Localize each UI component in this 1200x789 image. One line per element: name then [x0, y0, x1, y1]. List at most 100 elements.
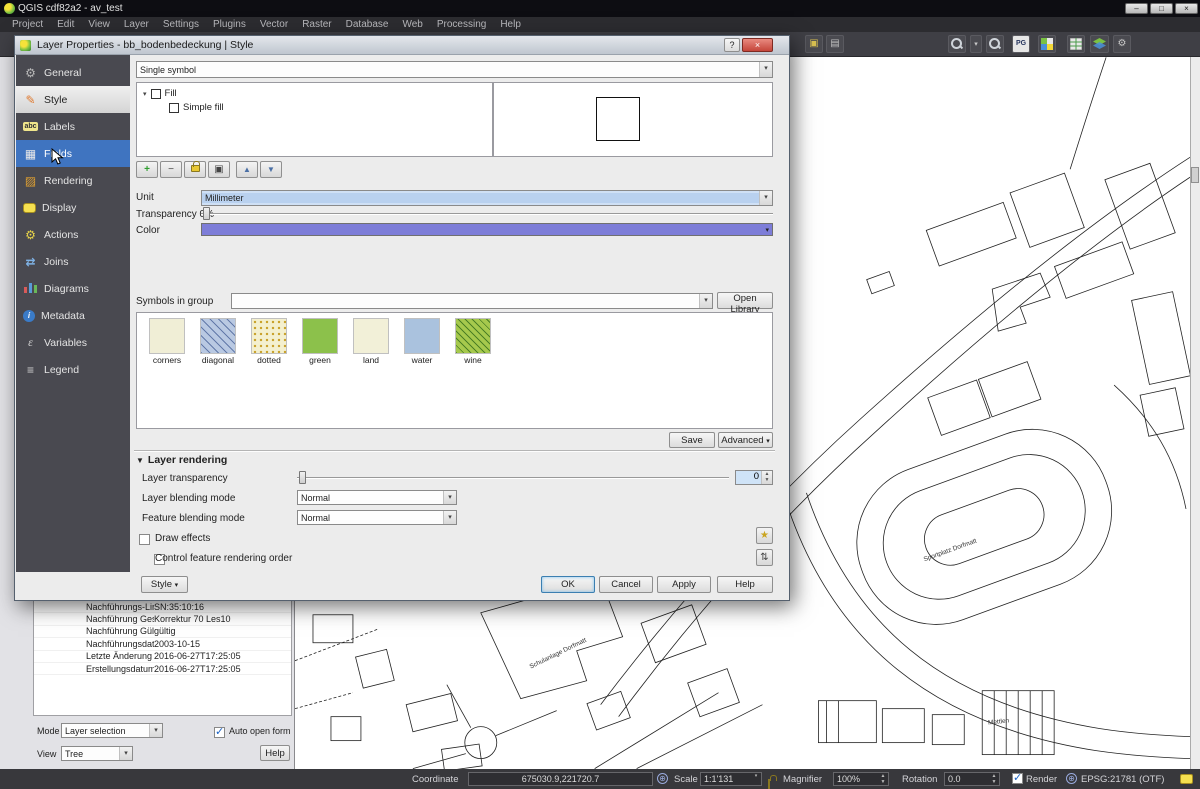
menu-project[interactable]: Project: [6, 18, 49, 31]
menu-layer[interactable]: Layer: [118, 18, 155, 31]
move-layer-up-button[interactable]: ▲: [236, 161, 258, 178]
tab-variables[interactable]: εVariables: [16, 329, 130, 356]
table-row[interactable]: Erstellungsdatum2016-06-27T17:25:05: [34, 663, 291, 675]
symbol-preset-wine[interactable]: wine: [451, 318, 495, 365]
expander-icon[interactable]: ▾: [143, 90, 147, 98]
spinner-arrows-icon[interactable]: ▲▼: [878, 773, 888, 785]
tab-legend[interactable]: ≡Legend: [16, 356, 130, 383]
rotation-spinner[interactable]: 0.0▲▼: [944, 772, 1000, 786]
dialog-close-button[interactable]: ×: [742, 38, 773, 52]
ok-button[interactable]: OK: [541, 576, 595, 593]
layer-blending-select[interactable]: Normal▾: [297, 490, 457, 505]
table-row[interactable]: Nachführung GeschäftKorrektur 70 Les10: [34, 613, 291, 625]
symbol-preset-diagonal[interactable]: diagonal: [196, 318, 240, 365]
rendering-order-button[interactable]: ⇅: [756, 549, 773, 566]
scale-select[interactable]: 1:1'131▾: [700, 772, 762, 786]
symbol-layer-tree[interactable]: ▾ Fill Simple fill: [136, 82, 493, 157]
zoom-last-icon[interactable]: [948, 35, 966, 53]
slider-thumb[interactable]: [299, 471, 306, 484]
attribute-table-icon[interactable]: [1067, 35, 1085, 53]
mode-select[interactable]: Layer selection▾: [61, 723, 163, 738]
menu-database[interactable]: Database: [340, 18, 395, 31]
maximize-button[interactable]: □: [1150, 3, 1173, 14]
color-button[interactable]: ▾: [201, 223, 773, 236]
draw-effects-checkbox[interactable]: [139, 534, 150, 545]
tab-fields[interactable]: ▦Fields: [16, 140, 130, 167]
minimize-button[interactable]: –: [1125, 3, 1148, 14]
menu-raster[interactable]: Raster: [296, 18, 337, 31]
zoom-dropdown-caret[interactable]: ▾: [970, 35, 982, 53]
symbol-preset-land[interactable]: land: [349, 318, 393, 365]
open-library-button[interactable]: Open Library: [717, 292, 773, 309]
menu-vector[interactable]: Vector: [254, 18, 294, 31]
feature-blending-select[interactable]: Normal▾: [297, 510, 457, 525]
symbol-preset-corners[interactable]: corners: [145, 318, 189, 365]
menu-processing[interactable]: Processing: [431, 18, 492, 31]
settings-icon[interactable]: ⚙: [1113, 35, 1131, 53]
menu-help[interactable]: Help: [494, 18, 527, 31]
table-row[interactable]: Nachführungsdatum2003-10-15: [34, 638, 291, 650]
tree-item-simple-fill[interactable]: Simple fill: [169, 102, 224, 113]
tab-metadata[interactable]: iMetadata: [16, 302, 130, 329]
tab-rendering[interactable]: ▨Rendering: [16, 167, 130, 194]
checker-icon[interactable]: [1038, 35, 1056, 53]
remove-symbol-layer-button[interactable]: −: [160, 161, 182, 178]
table-row[interactable]: Nachführungs-LinkSN:35:10:16: [34, 601, 291, 613]
menu-web[interactable]: Web: [396, 18, 428, 31]
tab-actions[interactable]: ⚙Actions: [16, 221, 130, 248]
symbol-preset-green[interactable]: green: [298, 318, 342, 365]
menu-edit[interactable]: Edit: [51, 18, 80, 31]
effects-options-button[interactable]: ★: [756, 527, 773, 544]
toolbar-extra-icon-2[interactable]: ▤: [826, 35, 844, 53]
postgis-icon[interactable]: PG: [1012, 35, 1030, 53]
close-button[interactable]: ×: [1175, 3, 1198, 14]
magnifier-spinner[interactable]: 100%▲▼: [833, 772, 889, 786]
toolbar-extra-icon-1[interactable]: ▣: [805, 35, 823, 53]
menu-view[interactable]: View: [82, 18, 116, 31]
symbol-preset-water[interactable]: water: [400, 318, 444, 365]
lock-symbol-layer-button[interactable]: [184, 161, 206, 178]
tab-diagrams[interactable]: Diagrams: [16, 275, 130, 302]
auto-open-form-checkbox[interactable]: [214, 727, 225, 738]
crs-status-button[interactable]: EPSG:21781 (OTF): [1081, 774, 1164, 785]
render-checkbox[interactable]: [1012, 773, 1023, 784]
save-symbol-button[interactable]: Save: [669, 432, 715, 448]
menu-settings[interactable]: Settings: [157, 18, 205, 31]
tab-joins[interactable]: ⇄Joins: [16, 248, 130, 275]
cancel-button[interactable]: Cancel: [599, 576, 653, 593]
tree-item-fill[interactable]: ▾ Fill: [143, 88, 177, 99]
spinner-arrows-icon[interactable]: ▲▼: [761, 471, 772, 484]
table-row[interactable]: Letzte Änderung2016-06-27T17:25:05: [34, 651, 291, 663]
extent-icon[interactable]: ⊕: [657, 773, 668, 784]
dock-toggle-button[interactable]: [1191, 167, 1199, 183]
tab-display[interactable]: Display: [16, 194, 130, 221]
identify-help-button[interactable]: Help: [260, 745, 290, 761]
tab-general[interactable]: ⚙General: [16, 59, 130, 86]
style-menu-button[interactable]: Style ▾: [141, 576, 188, 593]
advanced-button[interactable]: Advanced ▾: [718, 432, 773, 448]
message-log-icon[interactable]: [1180, 774, 1193, 784]
zoom-icon[interactable]: [986, 35, 1004, 53]
dialog-titlebar[interactable]: Layer Properties - bb_bodenbedeckung | S…: [15, 36, 789, 55]
symbols-group-select[interactable]: ▾: [231, 293, 713, 309]
tab-labels[interactable]: abcLabels: [16, 113, 130, 140]
menu-plugins[interactable]: Plugins: [207, 18, 252, 31]
duplicate-symbol-layer-button[interactable]: ▣: [208, 161, 230, 178]
unit-select[interactable]: Millimeter▾: [201, 190, 773, 206]
view-select[interactable]: Tree▾: [61, 746, 133, 761]
coordinate-input[interactable]: [468, 772, 653, 786]
transparency-slider[interactable]: [201, 207, 773, 220]
dialog-help-button[interactable]: ?: [724, 38, 740, 52]
slider-thumb[interactable]: [203, 207, 210, 220]
symbol-preset-dotted[interactable]: dotted: [247, 318, 291, 365]
add-symbol-layer-button[interactable]: +: [136, 161, 158, 178]
help-button[interactable]: Help: [717, 576, 773, 593]
layers-icon[interactable]: [1090, 35, 1109, 53]
symbol-type-select[interactable]: Single symbol▾: [136, 61, 773, 78]
layer-rendering-header[interactable]: ▼Layer rendering: [136, 454, 227, 466]
spinner-arrows-icon[interactable]: ▲▼: [989, 773, 999, 785]
move-layer-down-button[interactable]: ▼: [260, 161, 282, 178]
apply-button[interactable]: Apply: [657, 576, 711, 593]
tab-style[interactable]: ✎Style: [16, 86, 130, 113]
layer-transparency-spinner[interactable]: 0 ▲▼: [735, 470, 773, 485]
